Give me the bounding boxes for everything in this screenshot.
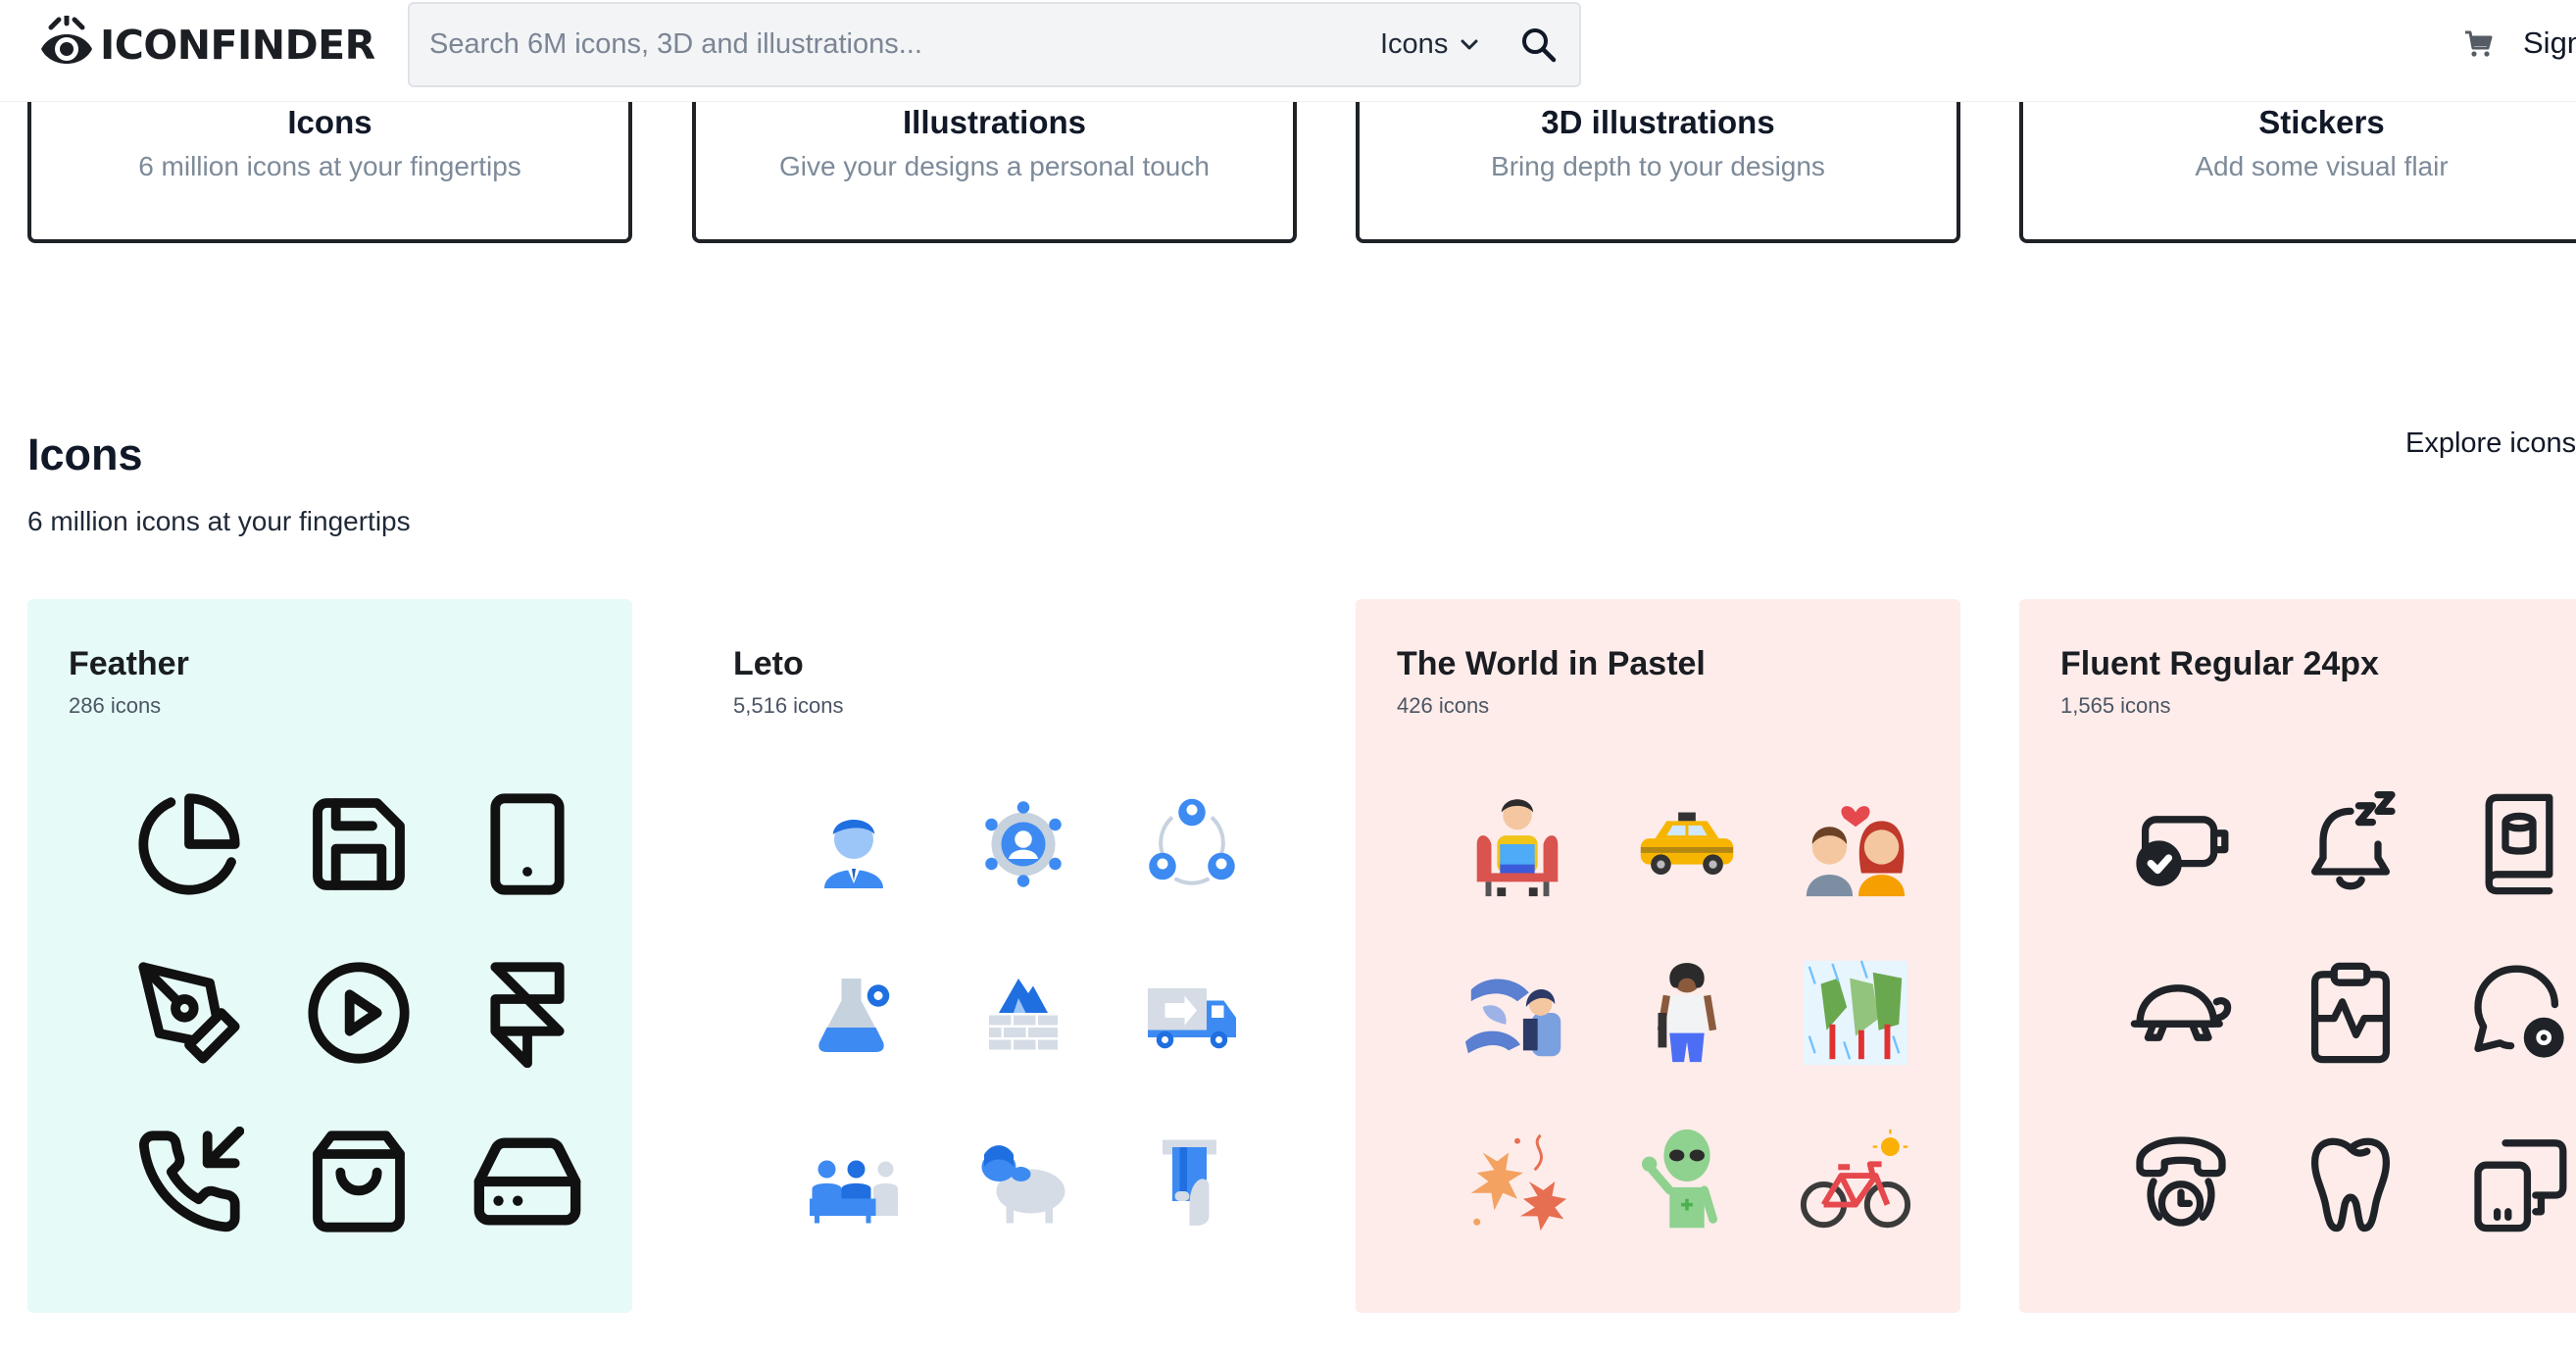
icon-preview-grid <box>1414 776 1914 1266</box>
shopping-bag-icon <box>290 1113 427 1250</box>
top-header: ICONFINDER Icons Sign <box>0 0 2576 102</box>
save-icon <box>290 776 427 913</box>
category-subtitle: Bring depth to your designs <box>1491 151 1825 181</box>
category-subtitle: Give your designs a personal touch <box>779 151 1210 181</box>
user-network-icon <box>955 776 1092 913</box>
call-clock-icon <box>2112 1113 2250 1250</box>
icon-set-card-fluent-regular-24px[interactable]: Fluent Regular 24px 1,565 icons <box>2019 599 2576 1313</box>
person-reading-icon <box>1449 776 1586 913</box>
category-card-illustrations[interactable]: Illustrations Give your designs a person… <box>692 86 1297 243</box>
search-icon <box>1522 28 1557 63</box>
icon-set-card-the-world-in-pastel[interactable]: The World in Pastel 426 icons <box>1356 599 1960 1313</box>
icon-preview-grid <box>2078 776 2576 1266</box>
cart-button[interactable] <box>2462 27 2494 64</box>
category-card-stickers[interactable]: Stickers Add some visual flair <box>2019 86 2576 243</box>
search-type-label: Icons <box>1380 28 1449 60</box>
explore-icons-link[interactable]: Explore icons <box>2405 427 2576 460</box>
category-title: Icons <box>287 104 372 140</box>
icon-set-count: 426 icons <box>1397 693 1490 718</box>
framer-icon <box>459 944 596 1081</box>
category-card-icons[interactable]: Icons 6 million icons at your fingertips <box>27 86 632 243</box>
delivery-truck-icon <box>1123 944 1261 1081</box>
section-subtitle: 6 million icons at your fingertips <box>27 506 411 536</box>
woman-standing-icon <box>1618 944 1756 1081</box>
section-title: Icons <box>27 429 143 479</box>
category-card-3d-illustrations[interactable]: 3D illustrations Bring depth to your des… <box>1356 86 1960 243</box>
alien-icon <box>1618 1113 1756 1250</box>
eye-logo-icon <box>41 16 92 64</box>
search-bar: Icons <box>408 2 1581 87</box>
woman-whales-icon <box>1449 944 1586 1081</box>
category-subtitle: Add some visual flair <box>2195 151 2449 181</box>
hard-drive-icon <box>459 1113 596 1250</box>
search-input[interactable] <box>429 4 1410 85</box>
battery-checkmark-icon <box>2112 776 2250 913</box>
chat-settings-icon <box>2451 944 2576 1081</box>
card-payment-icon <box>1123 1113 1261 1250</box>
sheep-icon <box>955 1113 1092 1250</box>
category-title: 3D illustrations <box>1541 104 1775 140</box>
tablet-icon <box>459 776 596 913</box>
icon-set-title: Feather <box>69 645 189 682</box>
cart-icon <box>2465 30 2493 57</box>
icon-set-count: 5,516 icons <box>733 693 844 718</box>
icon-set-count: 286 icons <box>69 693 162 718</box>
phone-incoming-icon <box>121 1113 258 1250</box>
clipboard-pulse-icon <box>2282 944 2419 1081</box>
animal-turtle-icon <box>2112 944 2250 1081</box>
forest-rain-icon <box>1787 944 1924 1081</box>
taxi-icon <box>1618 776 1756 913</box>
icon-set-card-leto[interactable]: Leto 5,516 icons <box>692 599 1297 1313</box>
icon-set-title: Fluent Regular 24px <box>2060 645 2379 682</box>
book-database-icon <box>2451 776 2576 913</box>
category-subtitle: 6 million icons at your fingertips <box>138 151 521 181</box>
lab-flask-gear-icon <box>785 944 922 1081</box>
sign-in-link[interactable]: Sign <box>2523 25 2576 61</box>
logo-text: ICONFINDER <box>100 22 375 69</box>
search-type-dropdown[interactable]: Icons <box>1380 4 1479 85</box>
icon-set-count: 1,565 icons <box>2060 693 2171 718</box>
play-circle-icon <box>290 944 427 1081</box>
pen-tool-icon <box>121 944 258 1081</box>
search-button[interactable] <box>1515 22 1562 69</box>
phone-desktop-icon <box>2451 1113 2576 1250</box>
bicycle-icon <box>1787 1113 1924 1250</box>
icon-preview-grid <box>86 776 586 1266</box>
category-title: Illustrations <box>902 104 1087 140</box>
category-title: Stickers <box>2258 104 2385 140</box>
chevron-down-icon <box>1461 39 1478 49</box>
icon-set-card-feather[interactable]: Feather 286 icons <box>27 599 632 1313</box>
team-group-icon <box>785 1113 922 1250</box>
alert-snooze-icon <box>2282 776 2419 913</box>
team-cycle-icon <box>1123 776 1261 913</box>
logo[interactable]: ICONFINDER <box>37 14 375 76</box>
pie-chart-icon <box>121 776 258 913</box>
icon-preview-grid <box>751 776 1251 1266</box>
couple-love-icon <box>1787 776 1924 913</box>
autumn-leaves-icon <box>1449 1113 1586 1250</box>
icon-set-title: The World in Pastel <box>1397 645 1706 682</box>
wall-mountain-icon <box>955 944 1092 1081</box>
tooth-icon <box>2282 1113 2419 1250</box>
icon-set-title: Leto <box>733 645 804 682</box>
businessman-icon <box>785 776 922 913</box>
